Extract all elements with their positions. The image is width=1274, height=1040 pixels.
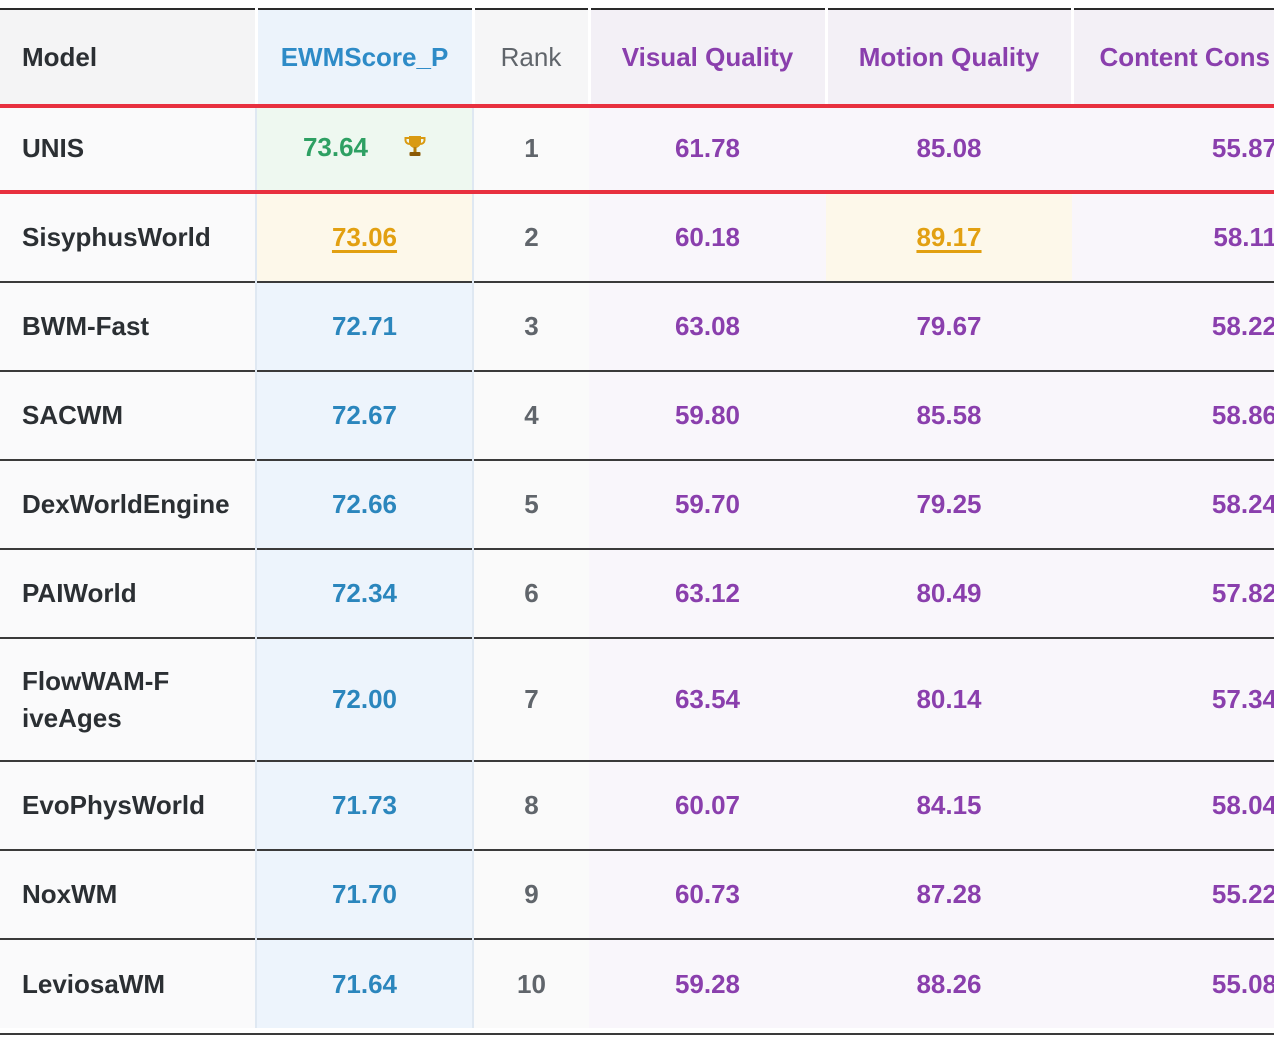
table-row: PAIWorld 72.34 6 63.12 80.49 57.82 — [0, 548, 1274, 638]
content-consistency-cell: 57.34 — [1072, 637, 1274, 761]
rank-cell: 2 — [473, 192, 589, 282]
visual-quality-cell: 60.18 — [589, 192, 826, 282]
model-name: DexWorldEngine — [0, 459, 256, 549]
content-consistency-cell: 55.87 — [1072, 104, 1274, 193]
visual-quality-cell: 63.08 — [589, 281, 826, 371]
rank-cell: 4 — [473, 370, 589, 460]
trophy-icon — [404, 134, 426, 165]
model-name: PAIWorld — [0, 548, 256, 638]
rank-cell: 9 — [473, 849, 589, 939]
motion-quality-cell: 89.17 — [826, 192, 1072, 282]
motion-quality-cell: 85.58 — [826, 370, 1072, 460]
ewmscore-cell: 72.00 — [255, 637, 474, 761]
ewmscore-cell: 73.06 — [255, 192, 474, 282]
ewmscore-cell: 72.71 — [255, 281, 474, 371]
visual-quality-cell: 63.54 — [589, 637, 826, 761]
ewmscore-cell: 72.66 — [255, 459, 474, 549]
motion-quality-cell: 85.08 — [826, 104, 1072, 193]
rank-cell: 6 — [473, 548, 589, 638]
column-header-ewmscore[interactable]: EWMScore_P — [254, 8, 473, 104]
table-bottom-border — [0, 1033, 1274, 1035]
visual-quality-cell: 60.07 — [589, 760, 826, 850]
content-consistency-cell: 58.24 — [1072, 459, 1274, 549]
rank-cell: 1 — [473, 104, 589, 193]
table-row: BWM-Fast 72.71 3 63.08 79.67 58.22 — [0, 281, 1274, 371]
table-row: EvoPhysWorld 71.73 8 60.07 84.15 58.04 — [0, 760, 1274, 850]
model-name: UNIS — [0, 104, 256, 193]
model-name: LeviosaWM — [0, 938, 256, 1028]
ewmscore-cell: 71.70 — [255, 849, 474, 939]
rank-cell: 5 — [473, 459, 589, 549]
motion-quality-cell: 88.26 — [826, 938, 1072, 1028]
motion-quality-cell: 84.15 — [826, 760, 1072, 850]
motion-quality-cell: 80.49 — [826, 548, 1072, 638]
motion-quality-value: 89.17 — [916, 222, 982, 252]
content-consistency-cell: 55.08 — [1072, 938, 1274, 1028]
motion-quality-cell: 80.14 — [826, 637, 1072, 761]
column-header-content-consistency[interactable]: Content Cons — [1070, 8, 1274, 104]
content-consistency-cell: 58.86 — [1072, 370, 1274, 460]
visual-quality-cell: 60.73 — [589, 849, 826, 939]
table-row: FlowWAM-FiveAges 72.00 7 63.54 80.14 57.… — [0, 637, 1274, 761]
motion-quality-cell: 79.67 — [826, 281, 1072, 371]
table-row: LeviosaWM 71.64 10 59.28 88.26 55.08 — [0, 938, 1274, 1028]
visual-quality-cell: 63.12 — [589, 548, 826, 638]
ewmscore-cell: 72.67 — [255, 370, 474, 460]
rank-cell: 8 — [473, 760, 589, 850]
visual-quality-cell: 59.70 — [589, 459, 826, 549]
table-row: UNIS 73.64 1 61.78 85.08 55.87 — [0, 104, 1274, 193]
visual-quality-cell: 59.28 — [589, 938, 826, 1028]
model-name: NoxWM — [0, 849, 256, 939]
model-name: EvoPhysWorld — [0, 760, 256, 850]
content-consistency-cell: 58.11 — [1072, 192, 1274, 282]
ewmscore-value: 73.06 — [331, 222, 398, 252]
content-consistency-cell: 55.22 — [1072, 849, 1274, 939]
column-header-rank[interactable]: Rank — [471, 8, 589, 104]
ewmscore-value: 73.64 — [302, 131, 369, 162]
rank-cell: 7 — [473, 637, 589, 761]
column-header-model[interactable]: Model — [0, 8, 256, 104]
content-consistency-cell: 58.04 — [1072, 760, 1274, 850]
column-header-motion-quality[interactable]: Motion Quality — [824, 8, 1072, 104]
header-row: Model EWMScore_P Rank Visual Quality Mot… — [0, 8, 1274, 104]
ewmscore-cell: 71.73 — [255, 760, 474, 850]
table-row: DexWorldEngine 72.66 5 59.70 79.25 58.24 — [0, 459, 1274, 549]
rank-cell: 10 — [473, 938, 589, 1028]
motion-quality-cell: 87.28 — [826, 849, 1072, 939]
table-row: SACWM 72.67 4 59.80 85.58 58.86 — [0, 370, 1274, 460]
model-name: SisyphusWorld — [0, 192, 256, 282]
ewmscore-cell: 73.64 — [255, 104, 474, 193]
table-row: NoxWM 71.70 9 60.73 87.28 55.22 — [0, 849, 1274, 939]
leaderboard-table: Model EWMScore_P Rank Visual Quality Mot… — [0, 8, 1274, 1028]
visual-quality-cell: 59.80 — [589, 370, 826, 460]
model-name: BWM-Fast — [0, 281, 256, 371]
column-header-visual-quality[interactable]: Visual Quality — [587, 8, 826, 104]
model-name-text: FlowWAM-FiveAges — [22, 665, 170, 733]
content-consistency-cell: 57.82 — [1072, 548, 1274, 638]
rank-cell: 3 — [473, 281, 589, 371]
leaderboard: Model EWMScore_P Rank Visual Quality Mot… — [0, 0, 1274, 1040]
motion-quality-cell: 79.25 — [826, 459, 1072, 549]
ewmscore-cell: 71.64 — [255, 938, 474, 1028]
model-name: SACWM — [0, 370, 256, 460]
ewmscore-cell: 72.34 — [255, 548, 474, 638]
model-name: FlowWAM-FiveAges — [0, 637, 256, 761]
table-row: SisyphusWorld 73.06 2 60.18 89.17 58.11 — [0, 192, 1274, 282]
content-consistency-cell: 58.22 — [1072, 281, 1274, 371]
visual-quality-cell: 61.78 — [589, 104, 826, 193]
